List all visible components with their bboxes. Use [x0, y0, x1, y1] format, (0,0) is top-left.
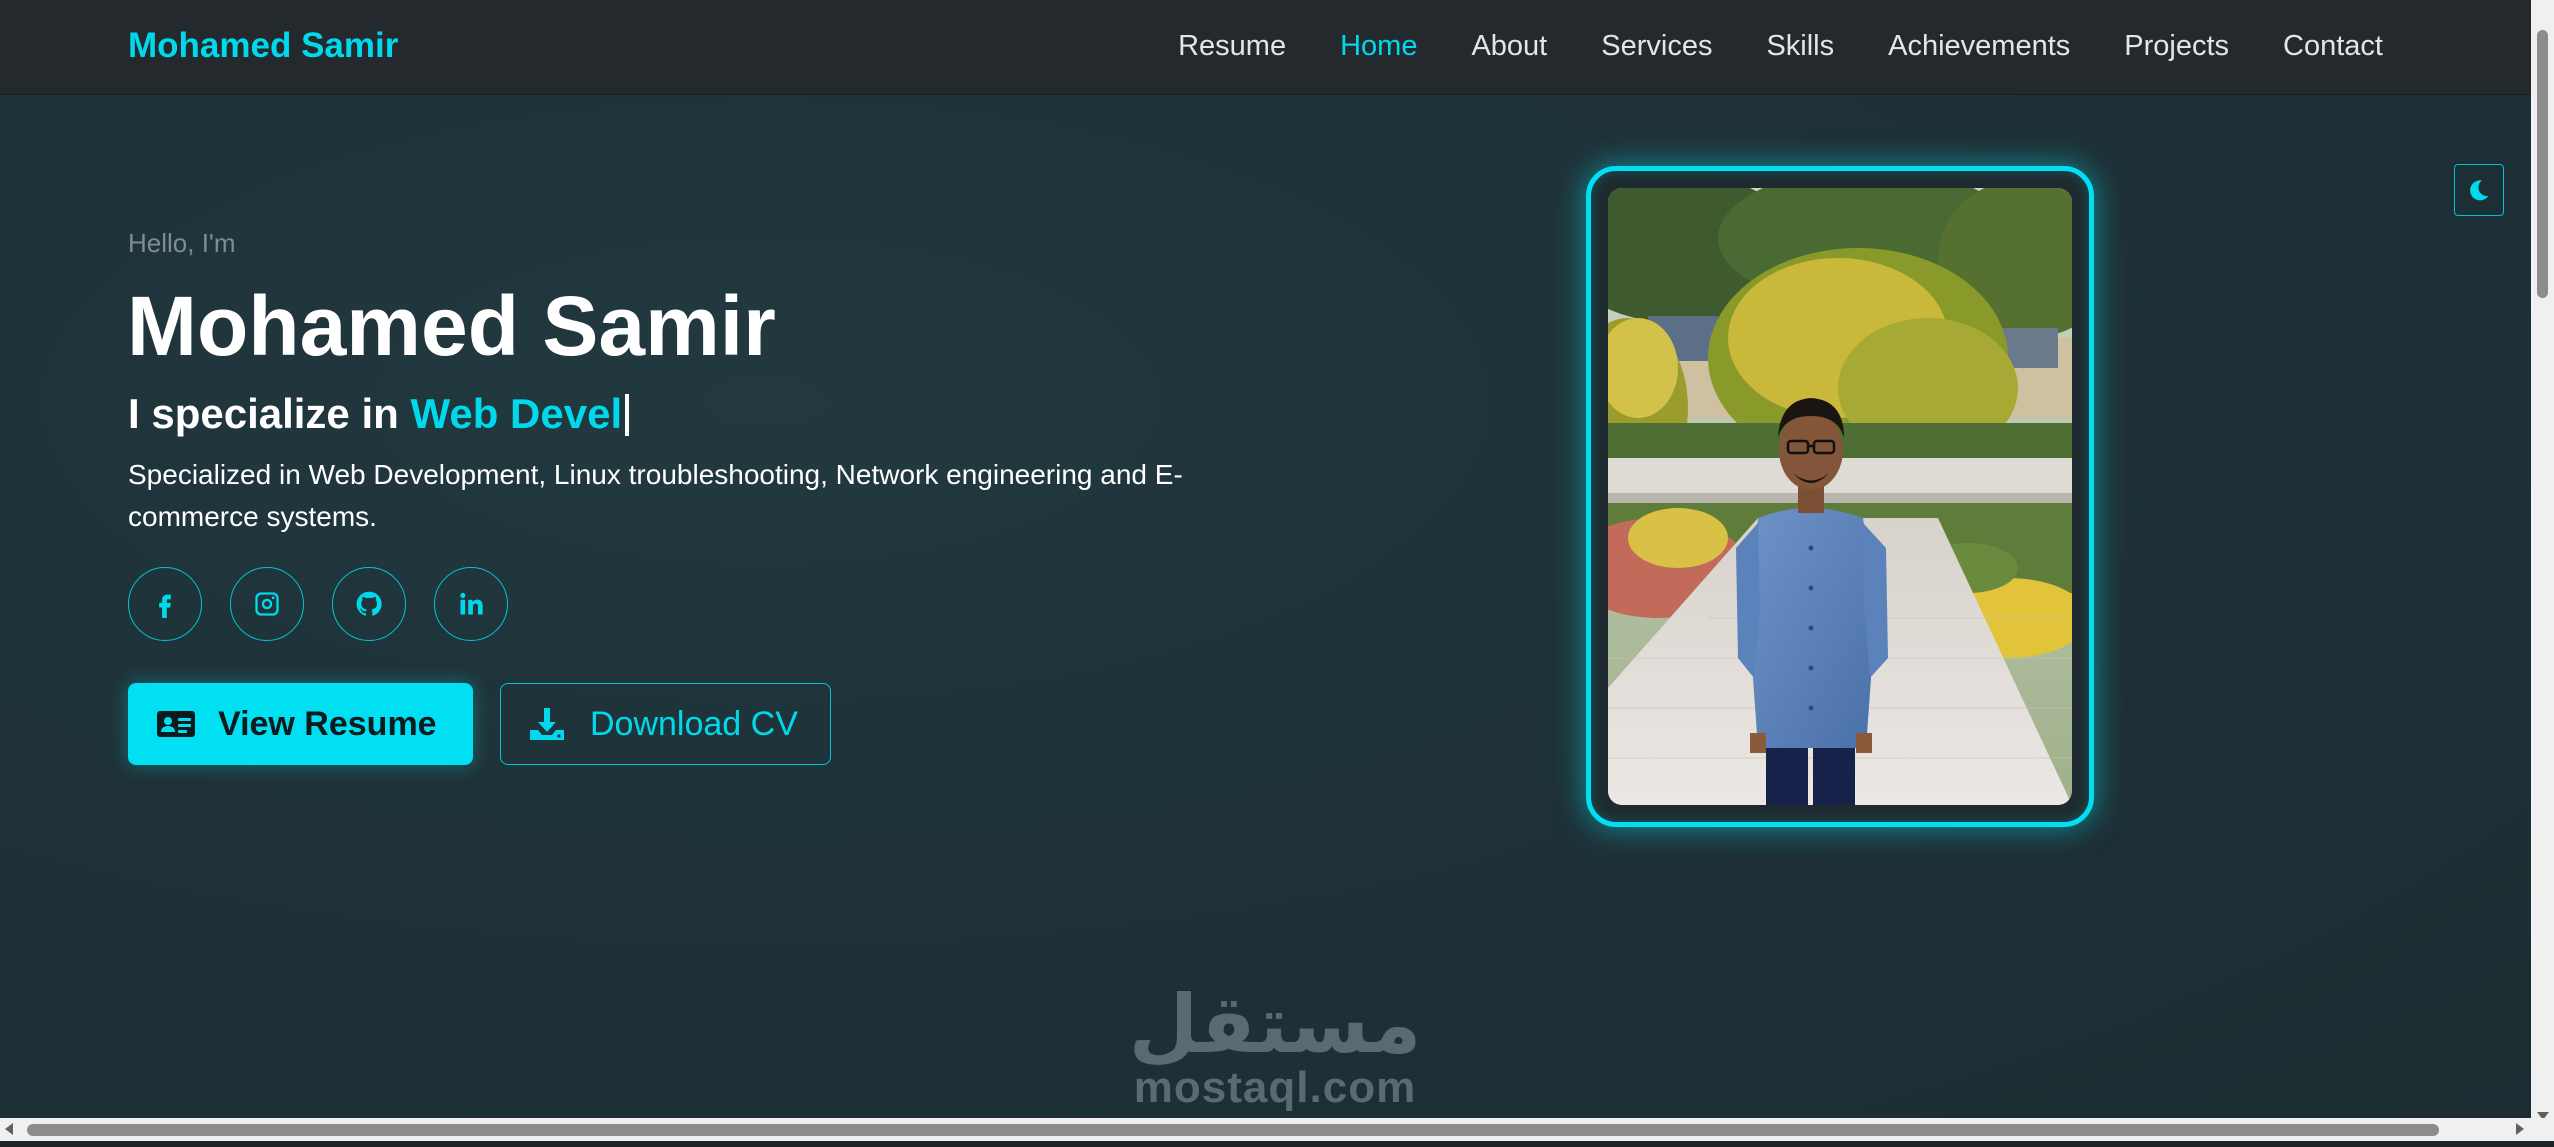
instagram-link[interactable] [230, 567, 304, 641]
scroll-right-arrow-icon[interactable] [2516, 1123, 2524, 1135]
mostaql-watermark: مستقل mostaql.com [1120, 985, 1430, 1111]
hero-specialize: I specialize in Web Devel [128, 388, 630, 440]
instagram-icon [255, 592, 279, 616]
view-resume-label: View Resume [218, 704, 437, 743]
facebook-icon [159, 594, 171, 618]
specialize-prefix: I specialize in [128, 390, 411, 437]
linkedin-link[interactable] [434, 567, 508, 641]
download-cv-label: Download CV [590, 704, 798, 743]
view-resume-button[interactable]: View Resume [128, 683, 473, 765]
horizontal-scrollbar[interactable] [0, 1118, 2554, 1141]
scroll-left-arrow-icon[interactable] [5, 1123, 13, 1135]
nav-item-resume[interactable]: Resume [1178, 26, 1286, 66]
github-link[interactable] [332, 567, 406, 641]
profile-photo-illustration [1608, 188, 2072, 805]
navbar: Mohamed Samir Resume Home About Services… [0, 0, 2531, 95]
nav-item-skills[interactable]: Skills [1766, 26, 1834, 66]
download-icon [530, 708, 564, 740]
watermark-latin: mostaql.com [1133, 1063, 1417, 1112]
facebook-link[interactable] [128, 567, 202, 641]
hero-name: Mohamed Samir [127, 279, 776, 373]
vertical-scroll-thumb[interactable] [2537, 30, 2548, 298]
horizontal-scroll-thumb[interactable] [27, 1124, 2439, 1136]
id-card-icon [157, 711, 195, 737]
nav-item-projects[interactable]: Projects [2124, 26, 2229, 66]
typing-caret [625, 394, 630, 436]
profile-photo [1608, 188, 2072, 805]
brand-logo[interactable]: Mohamed Samir [128, 26, 398, 66]
github-icon [356, 591, 382, 616]
specialize-typed-text: Web Devel [410, 390, 623, 437]
nav-item-achievements[interactable]: Achievements [1888, 26, 2070, 66]
nav-item-contact[interactable]: Contact [2283, 26, 2383, 66]
social-links [128, 567, 508, 641]
linkedin-icon [460, 592, 483, 615]
nav-links: Resume Home About Services Skills Achiev… [1178, 26, 2383, 66]
vertical-scrollbar[interactable] [2531, 0, 2554, 1124]
window-bottom-edge [0, 1141, 2554, 1147]
nav-item-services[interactable]: Services [1601, 26, 1712, 66]
hero-greeting: Hello, I'm [128, 228, 236, 258]
nav-item-about[interactable]: About [1471, 26, 1547, 66]
theme-toggle-button[interactable] [2454, 164, 2504, 216]
profile-photo-frame [1586, 166, 2094, 827]
page: Mohamed Samir Resume Home About Services… [0, 0, 2554, 1147]
hero-description: Specialized in Web Development, Linux tr… [128, 459, 1183, 532]
nav-item-home[interactable]: Home [1340, 26, 1417, 66]
watermark-arabic: مستقل [1128, 978, 1422, 1071]
download-cv-button[interactable]: Download CV [500, 683, 831, 765]
moon-icon [2470, 180, 2489, 201]
